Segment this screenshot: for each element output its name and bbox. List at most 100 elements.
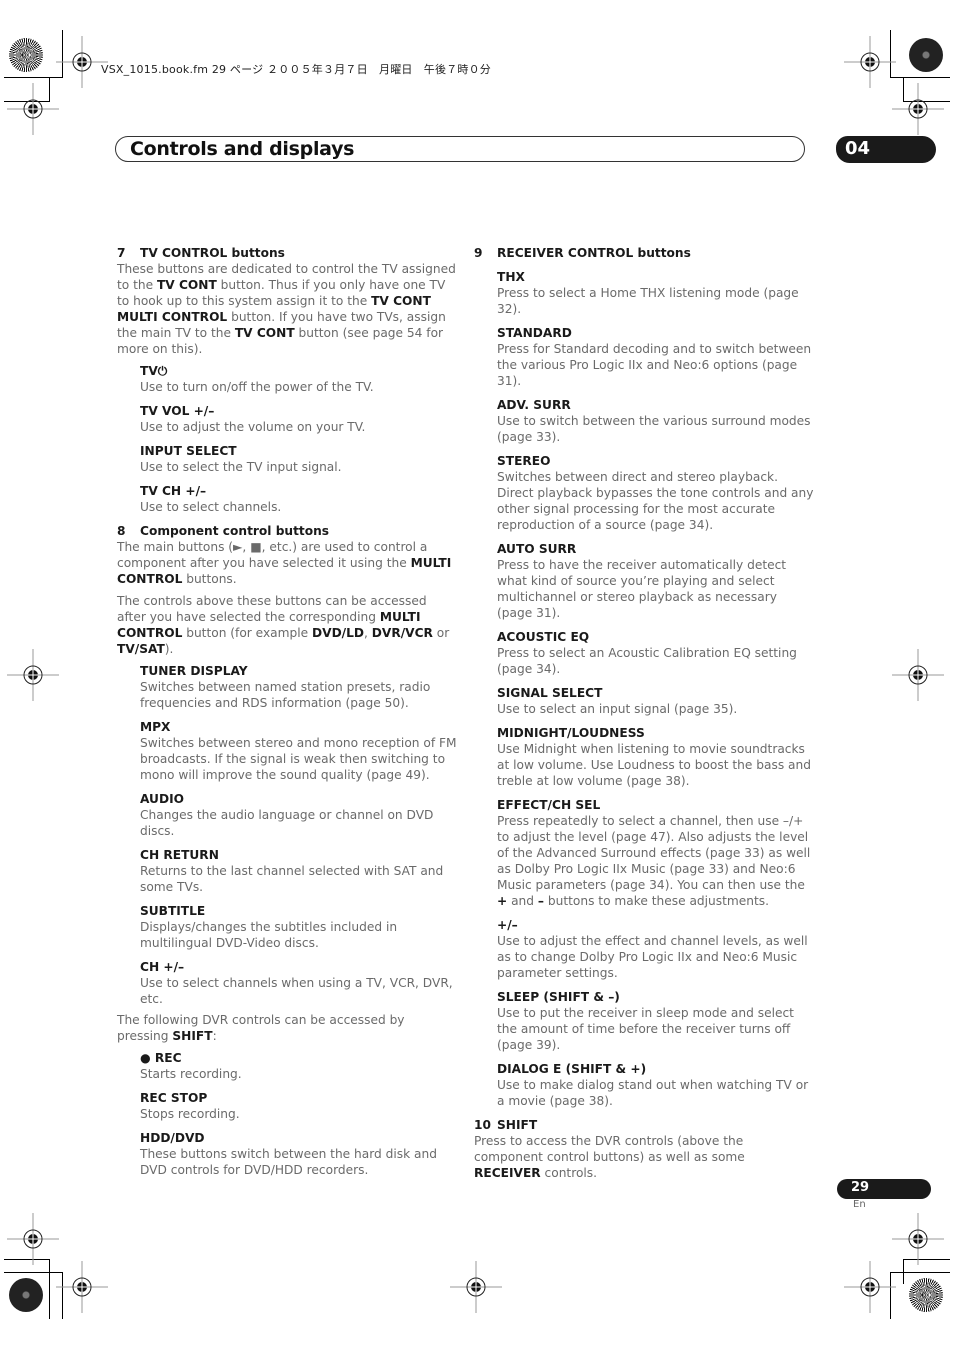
control-item: AUDIO Changes the audio language or chann… xyxy=(140,791,457,839)
control-item: SIGNAL SELECT Use to select an input sign… xyxy=(497,685,814,717)
control-label: CH RETURN xyxy=(140,848,219,862)
section-number: 7 xyxy=(117,246,126,260)
control-description: Starts recording. xyxy=(140,1067,242,1081)
control-label: AUTO SURR xyxy=(497,542,577,556)
control-label: REC STOP xyxy=(140,1091,208,1105)
section-title: RECEIVER CONTROL buttons xyxy=(497,246,691,260)
section-number: 9 xyxy=(474,246,483,260)
control-item: STANDARD Press for Standard decoding and … xyxy=(497,325,814,389)
registration-mark-icon xyxy=(6,82,60,136)
control-description: Use to switch between the various surrou… xyxy=(497,414,811,444)
control-description: Press repeatedly to select a channel, th… xyxy=(497,814,811,908)
control-item: TV CH +/– Use to select channels. xyxy=(140,483,457,515)
control-label: EFFECT/CH SEL xyxy=(497,798,601,812)
section-heading: 10 SHIFT xyxy=(474,1117,814,1133)
chapter-number-badge: 04 xyxy=(836,136,936,163)
control-item: ACOUSTIC EQ Press to select an Acoustic C… xyxy=(497,629,814,677)
control-description: Displays/changes the subtitles included … xyxy=(140,920,398,950)
left-column: 7 TV CONTROL buttons These buttons are ded… xyxy=(117,245,457,1186)
right-column: 9 RECEIVER CONTROL buttons THX Press to sel… xyxy=(474,245,814,1186)
control-description: These buttons switch between the hard di… xyxy=(140,1147,437,1177)
page-number: 29 xyxy=(851,1180,870,1195)
control-item: +/– Use to adjust the effect and channel … xyxy=(497,917,814,981)
control-description: Returns to the last channel selected wit… xyxy=(140,864,444,894)
control-item: CH RETURN Returns to the last channel sel… xyxy=(140,847,457,895)
registration-mark-icon xyxy=(891,1212,945,1266)
control-item: TV⏻ Use to turn on/off the power of the T… xyxy=(140,363,457,395)
control-label: DIALOG E (SHIFT & +) xyxy=(497,1062,647,1076)
control-description: Use Midnight when listening to movie sou… xyxy=(497,742,811,788)
page-number-badge: 29 xyxy=(837,1179,931,1199)
registration-mark-icon xyxy=(843,1260,897,1314)
control-label: +/– xyxy=(497,918,518,932)
section-paragraph: The controls above these buttons can be … xyxy=(117,594,450,656)
control-description: Use to turn on/off the power of the TV. xyxy=(140,380,374,394)
control-description: Use to select channels when using a TV, … xyxy=(140,976,453,1006)
registration-mark-icon xyxy=(891,82,945,136)
control-description: Switches between direct and stereo playb… xyxy=(497,470,814,532)
control-item: SLEEP (SHIFT & –) Use to put the receiver… xyxy=(497,989,814,1053)
chapter-number: 04 xyxy=(845,138,871,159)
control-description: Press for Standard decoding and to switc… xyxy=(497,342,812,388)
registration-mark-icon xyxy=(891,648,945,702)
control-description: Use to adjust the effect and channel lev… xyxy=(497,934,808,980)
control-item: AUTO SURR Press to have the receiver auto… xyxy=(497,541,814,621)
control-description: Use to make dialog stand out when watchi… xyxy=(497,1078,809,1108)
control-label: MPX xyxy=(140,720,171,734)
control-item: REC STOP Stops recording. xyxy=(140,1090,457,1122)
section-title: Component control buttons xyxy=(140,524,330,538)
control-description: Use to adjust the volume on your TV. xyxy=(140,420,366,434)
control-label: SLEEP (SHIFT & –) xyxy=(497,990,620,1004)
control-label: ADV. SURR xyxy=(497,398,571,412)
control-description: Use to select an input signal (page 35). xyxy=(497,702,738,716)
control-item: MIDNIGHT/LOUDNESS Use Midnight when liste… xyxy=(497,725,814,789)
control-label: MIDNIGHT/LOUDNESS xyxy=(497,726,645,740)
control-description: Press to select an Acoustic Calibration … xyxy=(497,646,797,676)
control-description: Stops recording. xyxy=(140,1107,240,1121)
control-description: Use to select the TV input signal. xyxy=(140,460,342,474)
section-number: 10 xyxy=(474,1118,491,1132)
control-description: Use to select channels. xyxy=(140,500,282,514)
print-slug: VSX_1015.book.fm 29 ページ ２００５年３月７日 月曜日 午後… xyxy=(101,63,491,76)
page-title: Controls and displays xyxy=(130,138,355,160)
section-title: TV CONTROL buttons xyxy=(140,246,285,260)
control-item: DIALOG E (SHIFT & +) Use to make dialog s… xyxy=(497,1061,814,1109)
registration-mark-icon xyxy=(6,648,60,702)
control-item: MPX Switches between stereo and mono rece… xyxy=(140,719,457,783)
control-item: SUBTITLE Displays/changes the subtitles i… xyxy=(140,903,457,951)
control-description: Switches between named station presets, … xyxy=(140,680,431,710)
control-label: INPUT SELECT xyxy=(140,444,237,458)
control-item: STEREO Switches between direct and stereo… xyxy=(497,453,814,533)
control-label: STEREO xyxy=(497,454,551,468)
control-item: ● REC Starts recording. xyxy=(140,1050,457,1082)
section-paragraph: Press to access the DVR controls (above … xyxy=(474,1134,745,1180)
control-item: HDD/DVD These buttons switch between the … xyxy=(140,1130,457,1178)
control-label: AUDIO xyxy=(140,792,184,806)
registration-mark-icon xyxy=(843,35,897,89)
section-paragraph: The main buttons (►, ■, etc.) are used t… xyxy=(117,540,452,586)
control-item: TUNER DISPLAY Switches between named stat… xyxy=(140,663,457,711)
control-item: CH +/– Use to select channels when using … xyxy=(140,959,457,1007)
section-heading: 9 RECEIVER CONTROL buttons xyxy=(474,245,814,261)
control-label: ● REC xyxy=(140,1051,182,1065)
chapter-header-bar: Controls and displays xyxy=(115,136,805,162)
language-label: En xyxy=(853,1199,866,1210)
control-description: Press to select a Home THX listening mod… xyxy=(497,286,799,316)
control-label: TV VOL +/– xyxy=(140,404,215,418)
control-label: SIGNAL SELECT xyxy=(497,686,603,700)
control-label: THX xyxy=(497,270,525,284)
control-description: Use to put the receiver in sleep mode an… xyxy=(497,1006,794,1052)
control-item: TV VOL +/– Use to adjust the volume on yo… xyxy=(140,403,457,435)
control-item: INPUT SELECT Use to select the TV input s… xyxy=(140,443,457,475)
control-label: SUBTITLE xyxy=(140,904,206,918)
section-number: 8 xyxy=(117,524,126,538)
section-heading: 7 TV CONTROL buttons xyxy=(117,245,457,261)
control-label: TV⏻ xyxy=(140,364,168,378)
control-description: Changes the audio language or channel on… xyxy=(140,808,434,838)
section-paragraph: These buttons are dedicated to control t… xyxy=(117,262,456,356)
control-label: TUNER DISPLAY xyxy=(140,664,248,678)
control-label: CH +/– xyxy=(140,960,185,974)
control-description: Press to have the receiver automatically… xyxy=(497,558,787,620)
control-item: EFFECT/CH SEL Press repeatedly to select … xyxy=(497,797,814,909)
registration-mark-icon xyxy=(449,1260,503,1314)
